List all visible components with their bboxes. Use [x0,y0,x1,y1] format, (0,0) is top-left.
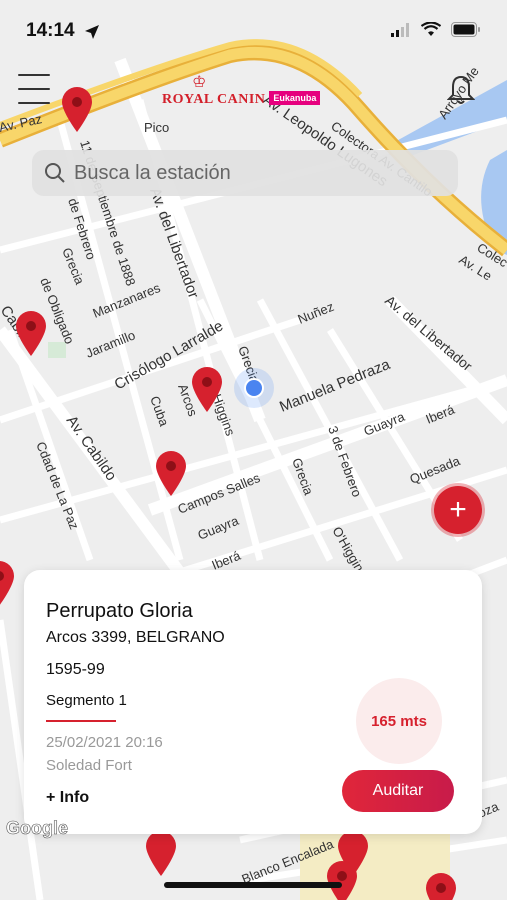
station-code: 1595-99 [46,661,105,678]
status-icons [391,22,481,37]
google-attribution: Google [6,818,69,839]
more-info-link[interactable]: + Info [46,789,89,807]
status-bar: 14:14 [0,0,507,60]
street-label: Guayra [196,513,242,543]
menu-icon[interactable] [18,74,50,104]
search-bar[interactable] [32,150,458,196]
plus-icon: + [449,493,467,526]
distance-value: 165 mts [371,712,427,730]
search-icon [45,163,65,183]
brand-eukanuba: Eukanuba [269,91,321,105]
wifi-icon [421,22,441,36]
street-label: Jaramillo [84,327,138,360]
station-segment: Segmento 1 [46,692,127,709]
battery-icon [451,22,480,37]
map-pin-icon[interactable] [62,87,92,132]
street-label: Cdad de La Paz [33,440,82,532]
brand-logos: ♔ ROYAL CANIN Eukanuba [162,72,321,108]
map-pin-icon[interactable] [0,561,14,606]
search-input[interactable] [74,161,434,185]
brand-royal-canin: ROYAL CANIN [162,92,266,107]
audit-datetime: 25/02/2021 20:16 [46,734,163,751]
auditor-name: Soledad Fort [46,757,132,774]
station-card: Perrupato Gloria Arcos 3399, BELGRANO 15… [24,570,482,834]
crown-icon: ♔ [192,74,207,91]
street-label: Av. del Libertador [382,292,476,374]
station-name: Perrupato Gloria [46,600,193,622]
station-address: Arcos 3399, BELGRANO [46,629,225,646]
street-label: Cuba [147,394,172,429]
signal-icon [391,22,409,37]
street-label: Nuñez [296,299,336,327]
audit-button[interactable]: Auditar [342,770,454,812]
home-indicator [164,882,342,888]
status-time: 14:14 [26,20,75,41]
bell-icon[interactable] [447,74,475,106]
add-station-button[interactable]: + [434,486,482,534]
street-label: Av. Cabildo [63,413,120,484]
segment-underline [46,720,116,722]
map-pin-icon[interactable] [146,831,176,876]
location-arrow-icon [85,25,99,39]
street-label: Pico [144,120,169,135]
distance-badge: 165 mts [356,678,442,764]
street-label: Quesada [408,453,463,487]
street-label: Iberá [210,547,244,572]
user-location-icon [234,368,274,408]
